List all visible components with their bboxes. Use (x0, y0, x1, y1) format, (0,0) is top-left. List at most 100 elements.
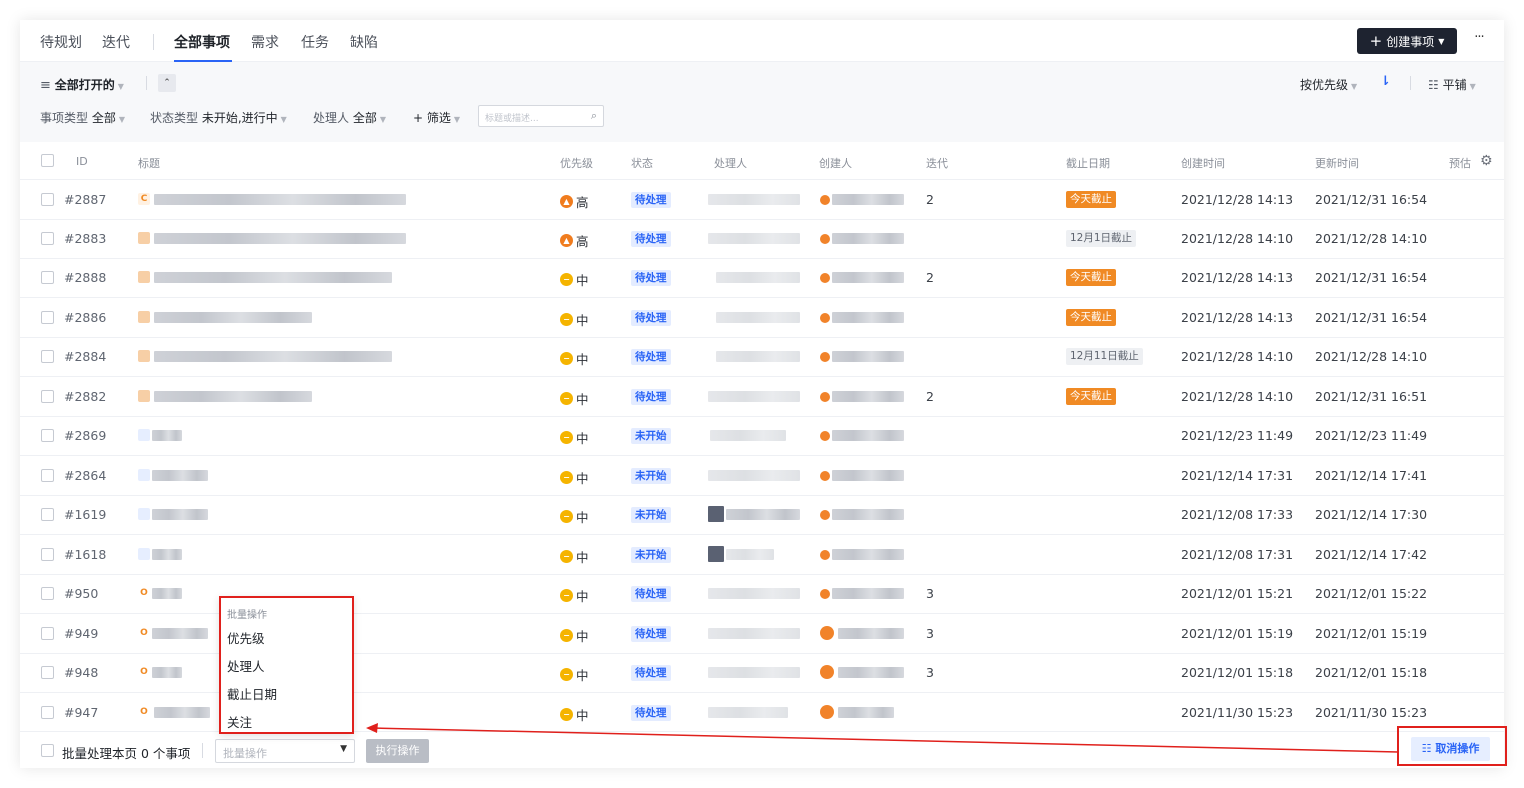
redacted-title[interactable] (152, 509, 208, 520)
redacted-title[interactable] (154, 312, 312, 323)
table-row[interactable]: #2887 C ▲ 高 待处理 2 今天截止 2021/12/28 14:13 2… (20, 180, 1504, 220)
redacted-title[interactable] (152, 628, 208, 639)
table-row[interactable]: #2883 ▲ 高 待处理 12月1日截止 2021/12/28 14:10 20… (20, 219, 1504, 259)
tab-iteration[interactable]: 迭代 (102, 32, 130, 52)
layout-selector[interactable]: ☷ 平铺 ▼ (1428, 76, 1476, 93)
priority[interactable]: ▲ 高 (560, 231, 589, 250)
redacted-assignee[interactable] (716, 351, 800, 362)
redacted-assignee[interactable] (716, 312, 800, 323)
table-row[interactable]: #2884 − 中 待处理 12月11日截止 2021/12/28 14:10 2… (20, 337, 1504, 377)
status-badge[interactable]: 待处理 (631, 586, 671, 602)
redacted-title[interactable] (154, 194, 406, 205)
row-checkbox[interactable] (41, 271, 54, 284)
priority[interactable]: − 中 (560, 468, 589, 487)
redacted-title[interactable] (152, 470, 208, 481)
status-badge[interactable]: 未开始 (631, 428, 671, 444)
cancel-operation-button[interactable]: ☷ 取消操作 (1411, 737, 1490, 761)
view-selector[interactable]: ≡ 全部打开的 ▼ (40, 76, 124, 93)
status-badge[interactable]: 待处理 (631, 389, 671, 405)
redacted-assignee[interactable] (708, 194, 800, 205)
status-badge[interactable]: 未开始 (631, 507, 671, 523)
tab-requirements[interactable]: 需求 (251, 32, 279, 52)
row-checkbox[interactable] (41, 508, 54, 521)
status-badge[interactable]: 未开始 (631, 468, 671, 484)
priority[interactable]: − 中 (560, 586, 589, 605)
row-checkbox[interactable] (41, 429, 54, 442)
redacted-assignee[interactable] (708, 667, 800, 678)
item-type-filter[interactable]: 事项类型 全部 ▼ (40, 109, 125, 126)
status-badge[interactable]: 待处理 (631, 310, 671, 326)
priority[interactable]: − 中 (560, 389, 589, 408)
create-item-button[interactable]: + 创建事项 ▼ (1357, 28, 1457, 54)
batch-menu-item-priority[interactable]: 优先级 (227, 628, 265, 647)
priority[interactable]: ▲ 高 (560, 192, 589, 211)
priority[interactable]: − 中 (560, 626, 589, 645)
priority[interactable]: − 中 (560, 507, 589, 526)
batch-menu-item-assignee[interactable]: 处理人 (227, 656, 265, 675)
batch-menu-item-due-date[interactable]: 截止日期 (227, 684, 277, 703)
gear-icon[interactable]: ⚙ (1480, 153, 1493, 169)
redacted-assignee[interactable] (708, 470, 800, 481)
status-badge[interactable]: 未开始 (631, 547, 671, 563)
priority[interactable]: − 中 (560, 665, 589, 684)
status-badge[interactable]: 待处理 (631, 626, 671, 642)
sort-order-icon[interactable]: ⇂ (1380, 74, 1391, 89)
redacted-assignee[interactable] (708, 391, 800, 402)
batch-operation-select[interactable]: 批量操作 ▼ (215, 739, 355, 763)
status-badge[interactable]: 待处理 (631, 270, 671, 286)
row-checkbox[interactable] (41, 469, 54, 482)
row-checkbox[interactable] (41, 390, 54, 403)
status-badge[interactable]: 待处理 (631, 231, 671, 247)
due-badge[interactable]: 今天截止 (1066, 388, 1116, 405)
table-row[interactable]: #2882 − 中 待处理 2 今天截止 2021/12/28 14:10 202… (20, 377, 1504, 417)
row-checkbox[interactable] (41, 627, 54, 640)
row-checkbox[interactable] (41, 706, 54, 719)
due-badge[interactable]: 12月11日截止 (1066, 348, 1143, 365)
redacted-title[interactable] (154, 391, 312, 402)
tab-tasks[interactable]: 任务 (301, 32, 329, 52)
row-checkbox[interactable] (41, 232, 54, 245)
due-badge[interactable]: 12月1日截止 (1066, 230, 1137, 247)
priority[interactable]: − 中 (560, 270, 589, 289)
table-row[interactable]: #1618 − 中 未开始 2021/12/08 17:31 2021/12/14… (20, 535, 1504, 575)
redacted-assignee[interactable] (710, 430, 786, 441)
sort-selector[interactable]: 按优先级 ▼ (1300, 76, 1357, 93)
redacted-assignee[interactable] (708, 707, 788, 718)
tab-defects[interactable]: 缺陷 (350, 32, 378, 52)
redacted-title[interactable] (152, 430, 182, 441)
priority[interactable]: − 中 (560, 310, 589, 329)
due-badge[interactable]: 今天截止 (1066, 309, 1116, 326)
row-checkbox[interactable] (41, 311, 54, 324)
batch-menu-item-follow[interactable]: 关注 (227, 712, 252, 731)
redacted-title[interactable] (152, 588, 182, 599)
row-checkbox[interactable] (41, 193, 54, 206)
status-badge[interactable]: 待处理 (631, 665, 671, 681)
row-checkbox[interactable] (41, 587, 54, 600)
priority[interactable]: − 中 (560, 349, 589, 368)
redacted-title[interactable] (152, 549, 182, 560)
status-badge[interactable]: 待处理 (631, 349, 671, 365)
assignee-filter[interactable]: 处理人 全部 ▼ (313, 109, 386, 126)
execute-operation-button[interactable]: 执行操作 (366, 739, 429, 763)
status-badge[interactable]: 待处理 (631, 705, 671, 721)
priority[interactable]: − 中 (560, 705, 589, 724)
search-input[interactable]: 标题或描述... ⌕ (478, 105, 604, 127)
tab-all-items[interactable]: 全部事项 (174, 32, 230, 52)
redacted-title[interactable] (152, 667, 182, 678)
redacted-assignee[interactable] (708, 628, 800, 639)
status-type-filter[interactable]: 状态类型 未开始,进行中 ▼ (150, 109, 287, 126)
row-checkbox[interactable] (41, 548, 54, 561)
batch-select-checkbox[interactable] (41, 744, 54, 757)
priority[interactable]: − 中 (560, 428, 589, 447)
redacted-title[interactable] (154, 272, 392, 283)
tab-backlog[interactable]: 待规划 (40, 32, 82, 52)
redacted-assignee[interactable] (708, 588, 800, 599)
redacted-assignee[interactable] (708, 233, 800, 244)
table-row[interactable]: #1619 − 中 未开始 2021/12/08 17:33 2021/12/14… (20, 495, 1504, 535)
redacted-assignee[interactable] (716, 272, 800, 283)
collapse-filters-button[interactable]: ⌃ (158, 74, 176, 92)
priority[interactable]: − 中 (560, 547, 589, 566)
select-all-checkbox[interactable] (41, 154, 54, 167)
redacted-title[interactable] (154, 351, 392, 362)
add-filter-button[interactable]: + 筛选 ▼ (413, 109, 460, 126)
